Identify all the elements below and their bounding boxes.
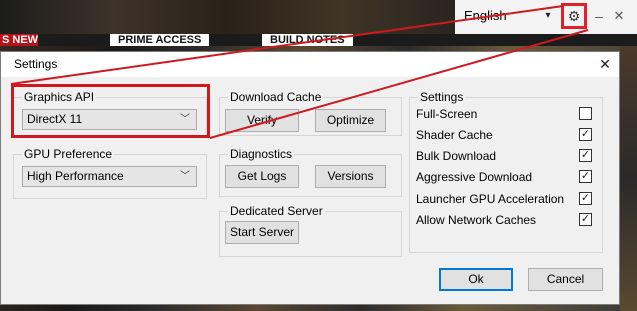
graphics-api-label: Graphics API bbox=[22, 90, 97, 104]
settings-options-label: Settings bbox=[418, 90, 466, 104]
setting-launcher-gpu-acceleration[interactable]: Launcher GPU Acceleration ✓ bbox=[416, 191, 594, 207]
chevron-down-icon: ﹀ bbox=[180, 171, 190, 182]
diagnostics-label: Diagnostics bbox=[228, 147, 295, 161]
optimize-button[interactable]: Optimize bbox=[315, 109, 386, 132]
setting-bulk-download[interactable]: Bulk Download ✓ bbox=[416, 148, 594, 164]
setting-allow-network-caches[interactable]: Allow Network Caches ✓ bbox=[416, 212, 594, 228]
setting-full-screen[interactable]: Full-Screen bbox=[416, 106, 594, 122]
gpu-preference-value: High Performance bbox=[27, 169, 124, 183]
verify-button[interactable]: Verify bbox=[225, 109, 299, 132]
nav-new[interactable]: S NEW bbox=[0, 34, 38, 46]
gpu-preference-select[interactable]: High Performance ﹀ bbox=[22, 166, 197, 187]
nav-build-notes[interactable]: BUILD NOTES bbox=[262, 34, 353, 46]
minimize-icon[interactable]: – bbox=[592, 8, 606, 24]
gear-icon[interactable]: ⚙ bbox=[561, 3, 587, 29]
chevron-down-icon[interactable]: ▾ bbox=[541, 6, 555, 26]
setting-label: Aggressive Download bbox=[416, 170, 533, 184]
chevron-down-icon: ﹀ bbox=[180, 114, 190, 125]
settings-dialog: Settings ✕ Graphics API DirectX 11 ﹀ GPU… bbox=[0, 51, 620, 305]
nav-prime-access[interactable]: PRIME ACCESS bbox=[110, 34, 210, 46]
get-logs-button[interactable]: Get Logs bbox=[225, 165, 299, 188]
close-icon[interactable]: ✕ bbox=[612, 8, 626, 24]
launcher-gpu-acceleration-checkbox[interactable]: ✓ bbox=[579, 192, 592, 205]
allow-network-caches-checkbox[interactable]: ✓ bbox=[579, 213, 592, 226]
ok-button[interactable]: Ok bbox=[439, 268, 513, 291]
setting-shader-cache[interactable]: Shader Cache ✓ bbox=[416, 127, 594, 143]
graphics-api-select[interactable]: DirectX 11 ﹀ bbox=[22, 109, 197, 130]
graphics-api-value: DirectX 11 bbox=[27, 112, 83, 126]
aggressive-download-checkbox[interactable]: ✓ bbox=[579, 170, 592, 183]
setting-label: Shader Cache bbox=[416, 128, 493, 142]
dialog-title: Settings bbox=[14, 57, 58, 71]
download-cache-label: Download Cache bbox=[228, 90, 324, 104]
setting-label: Launcher GPU Acceleration bbox=[416, 192, 565, 206]
launcher-banner-art bbox=[0, 0, 455, 34]
setting-label: Bulk Download bbox=[416, 149, 497, 163]
launcher-side-art bbox=[620, 46, 637, 311]
setting-label: Full-Screen bbox=[416, 107, 478, 121]
dedicated-server-label: Dedicated Server bbox=[228, 204, 325, 218]
versions-button[interactable]: Versions bbox=[315, 165, 386, 188]
bulk-download-checkbox[interactable]: ✓ bbox=[579, 149, 592, 162]
start-server-button[interactable]: Start Server bbox=[225, 221, 299, 244]
settings-options-group: Settings Full-Screen Shader Cache ✓ Bulk… bbox=[409, 90, 603, 253]
dialog-close-icon[interactable]: ✕ bbox=[597, 55, 613, 73]
setting-aggressive-download[interactable]: Aggressive Download ✓ bbox=[416, 169, 594, 185]
setting-label: Allow Network Caches bbox=[416, 213, 537, 227]
full-screen-checkbox[interactable] bbox=[579, 107, 592, 120]
dialog-titlebar: Settings ✕ bbox=[1, 52, 619, 77]
shader-cache-checkbox[interactable]: ✓ bbox=[579, 128, 592, 141]
gpu-preference-label: GPU Preference bbox=[22, 147, 115, 161]
cancel-button[interactable]: Cancel bbox=[528, 268, 603, 291]
